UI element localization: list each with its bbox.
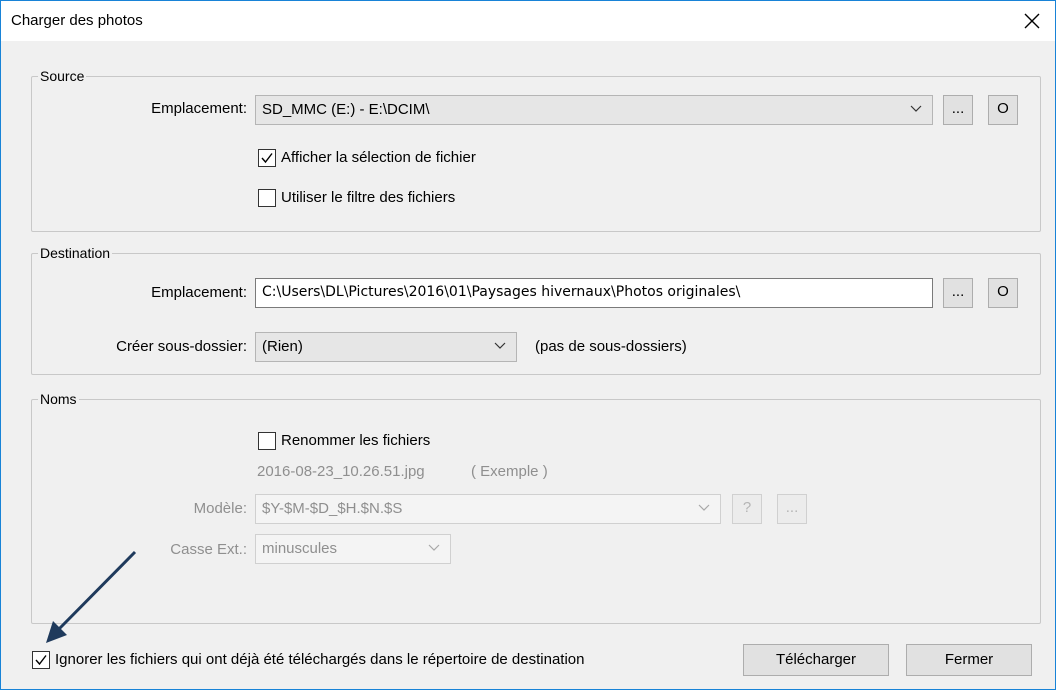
dialog-window: Charger des photos Source Emplacement: S… [0,0,1056,690]
arrow-annotation [46,550,137,643]
